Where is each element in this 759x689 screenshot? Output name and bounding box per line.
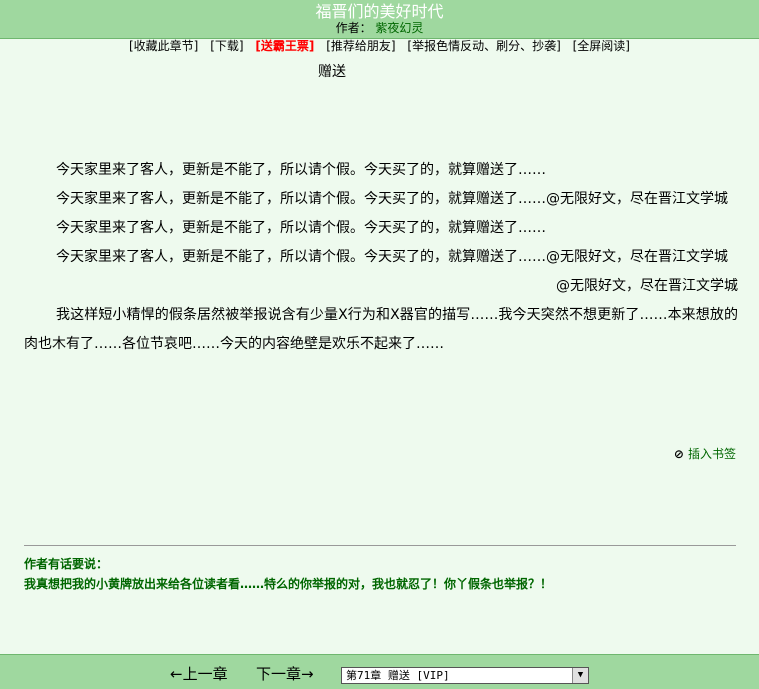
author-label: 作者： [335, 21, 372, 35]
book-title: 福晋们的美好时代 [315, 2, 444, 21]
recommend-button[interactable]: [推荐给朋友] [326, 39, 395, 53]
paragraph: 今天家里来了客人，更新是不能了，所以请个假。今天买了的，就算赠送了…… [56, 220, 546, 236]
report-button[interactable]: [举报色情反动、刷分、抄袭] [407, 39, 560, 53]
chapter-title: 赠送 [318, 64, 346, 80]
chapter-select[interactable]: 第71章 赠送 [VIP] ▼ [341, 667, 589, 684]
paperclip-icon: ⊘ [673, 447, 684, 461]
send-ticket-button[interactable]: [送霸王票] [255, 39, 314, 53]
author-note-text: 我真想把我的小黄牌放出来给各位读者看……特么的你举报的对，我也就忍了！你丫假条也… [24, 577, 553, 591]
chapter-actions: [收藏此章节] [下载] [送霸王票] [推荐给朋友] [举报色情反动、刷分、抄… [0, 39, 759, 53]
paragraph: 今天家里来了客人，更新是不能了，所以请个假。今天买了的，就算赠送了……@无限好文… [56, 191, 728, 207]
chapter-content: 今天家里来了客人，更新是不能了，所以请个假。今天买了的，就算赠送了…… 今天家里… [24, 156, 738, 359]
chapter-select-value: 第71章 赠送 [VIP] [346, 669, 450, 682]
paragraph: @无限好文，尽在晋江文学城 [556, 278, 738, 294]
paragraph: 我这样短小精悍的假条居然被举报说含有少量X行为和X器官的描写……我今天突然不想更… [24, 307, 738, 352]
author-line: 作者： 紫夜幻灵 [0, 21, 759, 35]
bookmark-chapter-button[interactable]: [收藏此章节] [129, 39, 198, 53]
insert-bookmark-link[interactable]: ⊘ 插入书签 [674, 446, 736, 462]
bottom-nav-bar: ←上一章 下一章→ 第71章 赠送 [VIP] ▼ [0, 654, 759, 689]
author-name-link[interactable]: 紫夜幻灵 [375, 21, 423, 35]
insert-bookmark-label: 插入书签 [687, 447, 736, 461]
chevron-down-icon[interactable]: ▼ [572, 668, 588, 683]
author-note-heading: 作者有话要说： [24, 557, 109, 571]
paragraph: 今天家里来了客人，更新是不能了，所以请个假。今天买了的，就算赠送了…… [56, 162, 546, 178]
paragraph: 今天家里来了客人，更新是不能了，所以请个假。今天买了的，就算赠送了……@无限好文… [56, 249, 728, 265]
download-button[interactable]: [下载] [210, 39, 243, 53]
next-chapter-link[interactable]: 下一章→ [256, 665, 314, 683]
prev-chapter-link[interactable]: ←上一章 [170, 665, 228, 683]
divider [24, 545, 736, 546]
header-bar: 福晋们的美好时代 作者： 紫夜幻灵 [0, 0, 759, 39]
fullscreen-button[interactable]: [全屏阅读] [573, 39, 630, 53]
